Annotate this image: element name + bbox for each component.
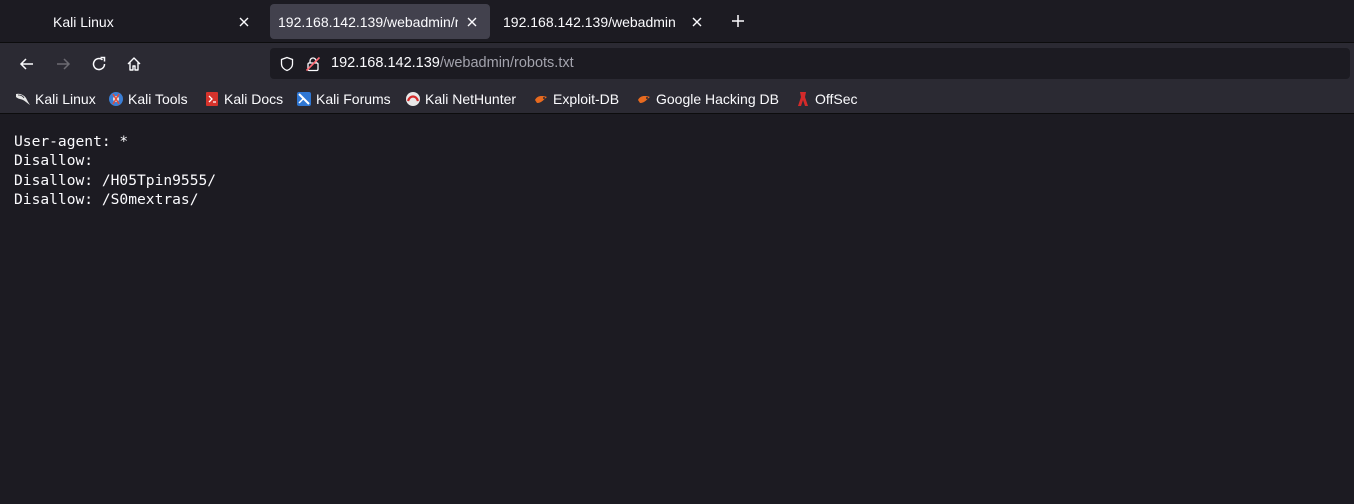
bookmark-kali-forums[interactable]: Kali Forums [296, 89, 391, 109]
home-button[interactable] [120, 50, 148, 78]
bookmark-label: Kali Linux [35, 91, 96, 107]
kali-docs-icon [204, 91, 220, 107]
bookmark-label: Kali Tools [128, 91, 188, 107]
bookmark-offsec[interactable]: OffSec [795, 89, 858, 109]
kali-tools-icon [108, 91, 124, 107]
tab-robots-txt[interactable]: 192.168.142.139/webadmin/r [270, 4, 490, 39]
url-path: /webadmin/robots.txt [439, 55, 574, 71]
new-tab-button[interactable] [726, 9, 750, 33]
bookmark-label: Exploit-DB [553, 91, 620, 107]
plus-icon [732, 15, 744, 27]
bookmark-google-hacking-db[interactable]: Google Hacking DB [636, 89, 779, 109]
robots-line: Disallow: [14, 152, 94, 170]
bookmark-label: Kali NetHunter [425, 91, 517, 107]
kali-forums-icon [296, 91, 312, 107]
close-icon[interactable] [236, 14, 252, 30]
close-icon[interactable] [464, 14, 480, 30]
robots-line: Disallow: /H05Tpin9555/ [14, 171, 217, 189]
bookmarks-toolbar: Kali Linux Kali Tools Kali Docs Kali For… [0, 84, 1354, 114]
bookmark-kali-docs[interactable]: Kali Docs [204, 89, 283, 109]
arrow-right-icon [57, 58, 71, 70]
robots-line: Disallow: /S0mextras/ [14, 190, 199, 208]
forward-button[interactable] [49, 50, 77, 78]
insecure-lock-icon[interactable] [304, 55, 322, 73]
tab-kali-linux[interactable]: Kali Linux [4, 4, 264, 39]
tab-webadmin[interactable]: 192.168.142.139/webadmin [495, 4, 717, 39]
bookmark-kali-linux[interactable]: Kali Linux [15, 89, 96, 109]
nethunter-icon [405, 91, 421, 107]
robots-line: User-agent: * [14, 133, 129, 150]
bookmark-kali-nethunter[interactable]: Kali NetHunter [405, 89, 516, 109]
url-text[interactable]: 192.168.142.139/webadmin/robots.txt [331, 55, 574, 71]
back-button[interactable] [13, 50, 41, 78]
close-icon[interactable] [689, 14, 705, 30]
reload-button[interactable] [85, 50, 113, 78]
tab-strip: Kali Linux 192.168.142.139/webadmin/r 19… [0, 0, 1354, 42]
tab-label: 192.168.142.139/webadmin [503, 13, 676, 30]
bookmark-kali-tools[interactable]: Kali Tools [108, 89, 188, 109]
reload-icon [92, 56, 106, 71]
bookmark-label: Kali Forums [316, 91, 391, 107]
bookmark-label: Kali Docs [224, 91, 284, 107]
kali-dragon-icon [15, 91, 31, 107]
tab-label: 192.168.142.139/webadmin/r [278, 13, 458, 30]
navigation-toolbar: 192.168.142.139/webadmin/robots.txt [0, 42, 1354, 84]
bookmark-label: OffSec [815, 91, 858, 107]
ghdb-icon [636, 91, 652, 107]
robots-txt-text: User-agent: * Disallow: Disallow: /H05Tpin… [14, 132, 216, 209]
exploit-db-icon [533, 91, 549, 107]
url-bar[interactable]: 192.168.142.139/webadmin/robots.txt [270, 48, 1350, 79]
page-content: User-agent: * Disallow: Disallow: /H05Tpin… [0, 114, 1354, 504]
home-icon [127, 57, 141, 71]
tracking-protection-shield-icon[interactable] [278, 55, 296, 73]
offsec-icon [795, 91, 811, 107]
url-host: 192.168.142.139 [331, 55, 440, 71]
bookmark-label: Google Hacking DB [656, 91, 779, 107]
bookmark-exploit-db[interactable]: Exploit-DB [533, 89, 619, 109]
tab-label: Kali Linux [53, 13, 114, 30]
arrow-left-icon [19, 58, 33, 70]
